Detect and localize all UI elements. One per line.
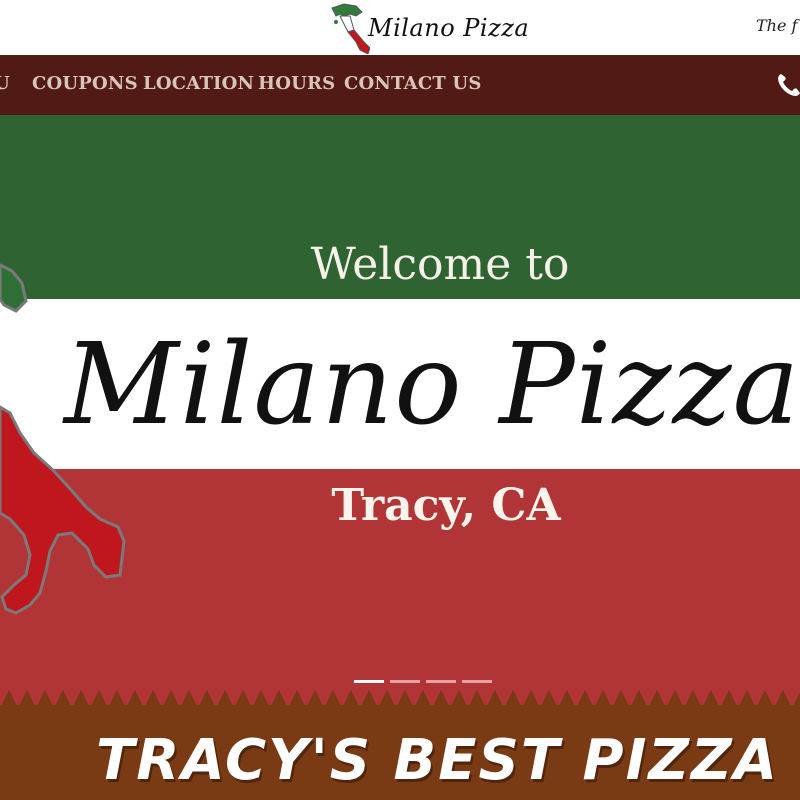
nav-item-coupons[interactable]: COUPONS	[32, 73, 138, 94]
tagline: The f	[756, 16, 798, 35]
nav-item-hours[interactable]: HOURS	[258, 73, 335, 94]
slider-dot-3[interactable]	[426, 680, 456, 683]
zigzag-divider	[0, 690, 800, 708]
slider-dot-2[interactable]	[390, 680, 420, 683]
italy-flag-logo-icon	[331, 3, 370, 54]
hero-city: Tracy, CA	[331, 480, 561, 531]
phone-icon[interactable]	[776, 72, 800, 98]
welcome-text: Welcome to	[310, 239, 570, 290]
hero-slider: Welcome to Milano Pizza Tracy, CA	[0, 115, 800, 705]
slider-dot-4[interactable]	[462, 680, 492, 683]
main-nav: U COUPONS LOCATION HOURS CONTACT US	[0, 55, 800, 115]
logo-text: Milano Pizza	[368, 14, 530, 42]
section-title: TRACY'S BEST PIZZA	[96, 728, 779, 793]
top-bar: Milano Pizza The f	[0, 0, 800, 56]
nav-item-location[interactable]: LOCATION	[143, 73, 254, 94]
nav-item-contact-us[interactable]: CONTACT US	[344, 73, 482, 94]
nav-item-menu[interactable]: U	[0, 73, 10, 94]
hero-brand-title: Milano Pizza	[64, 320, 800, 450]
slider-dot-1[interactable]	[354, 680, 384, 683]
